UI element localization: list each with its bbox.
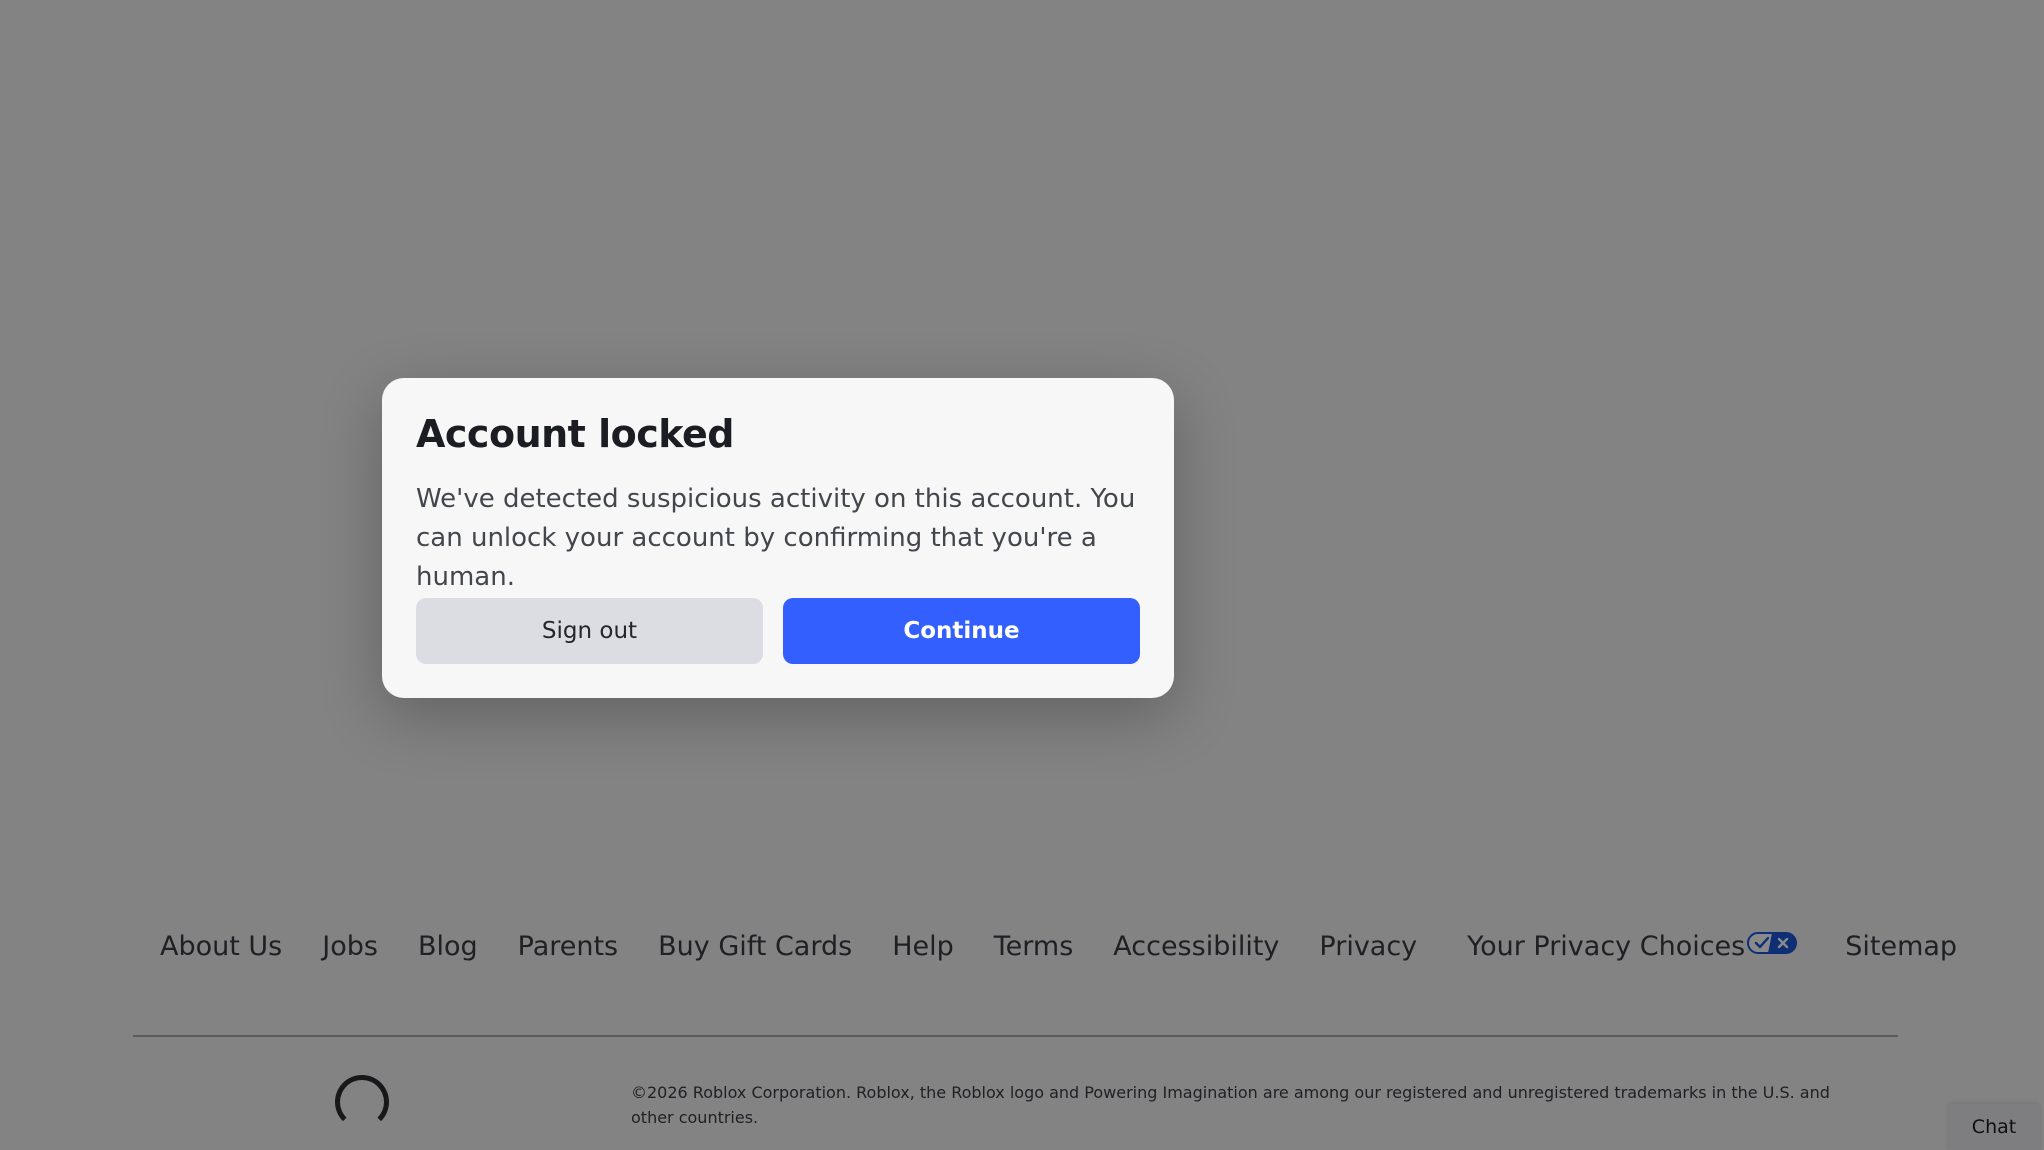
sign-out-button[interactable]: Sign out bbox=[416, 598, 763, 664]
continue-button[interactable]: Continue bbox=[783, 598, 1140, 664]
dialog-actions: Sign out Continue bbox=[416, 598, 1140, 664]
account-locked-dialog: Account locked We've detected suspicious… bbox=[382, 378, 1174, 698]
dialog-title: Account locked bbox=[416, 412, 734, 456]
dialog-message: We've detected suspicious activity on th… bbox=[416, 483, 1136, 592]
